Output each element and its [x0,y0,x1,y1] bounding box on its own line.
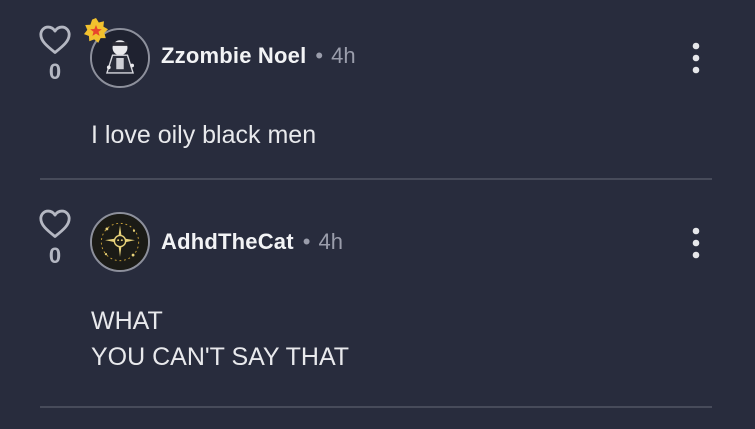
like-count: 0 [48,243,62,268]
comment-text-line: I love oily black men [91,121,317,149]
avatar[interactable] [90,212,150,272]
like-control: 0 [36,207,74,268]
separator-dot: • [315,43,324,68]
separator-dot: • [302,229,311,254]
comment-feed: 0 Zzombie Noel • 4h I love oily black me… [0,0,755,429]
badge-star-icon [84,18,108,43]
timestamp: 4h [331,43,356,68]
like-count: 0 [48,59,62,84]
more-options-icon[interactable] [686,41,706,75]
like-control: 0 [36,23,74,84]
comment-text-line: WHAT [91,307,163,335]
timestamp: 4h [318,229,343,254]
comment-body: I love oily black men [91,117,316,153]
comment-text-line: YOU CAN'T SAY THAT [91,343,350,371]
divider [40,406,712,408]
heart-icon[interactable] [38,207,72,239]
username[interactable]: Zzombie Noel [161,43,306,69]
heart-icon[interactable] [38,23,72,55]
comment-body: WHAT YOU CAN'T SAY THAT [91,303,349,375]
avatar-image [92,214,148,270]
more-options-icon[interactable] [686,226,706,260]
comment-item: 0 AdhdTheCat • 4h WHAT YOU CAN'T SAY THA… [0,180,755,409]
comment-header: AdhdTheCat • 4h [161,227,343,257]
comment-item: 0 Zzombie Noel • 4h I love oily black me… [0,0,755,180]
username[interactable]: AdhdTheCat [161,229,294,255]
comment-header: Zzombie Noel • 4h [161,41,356,71]
